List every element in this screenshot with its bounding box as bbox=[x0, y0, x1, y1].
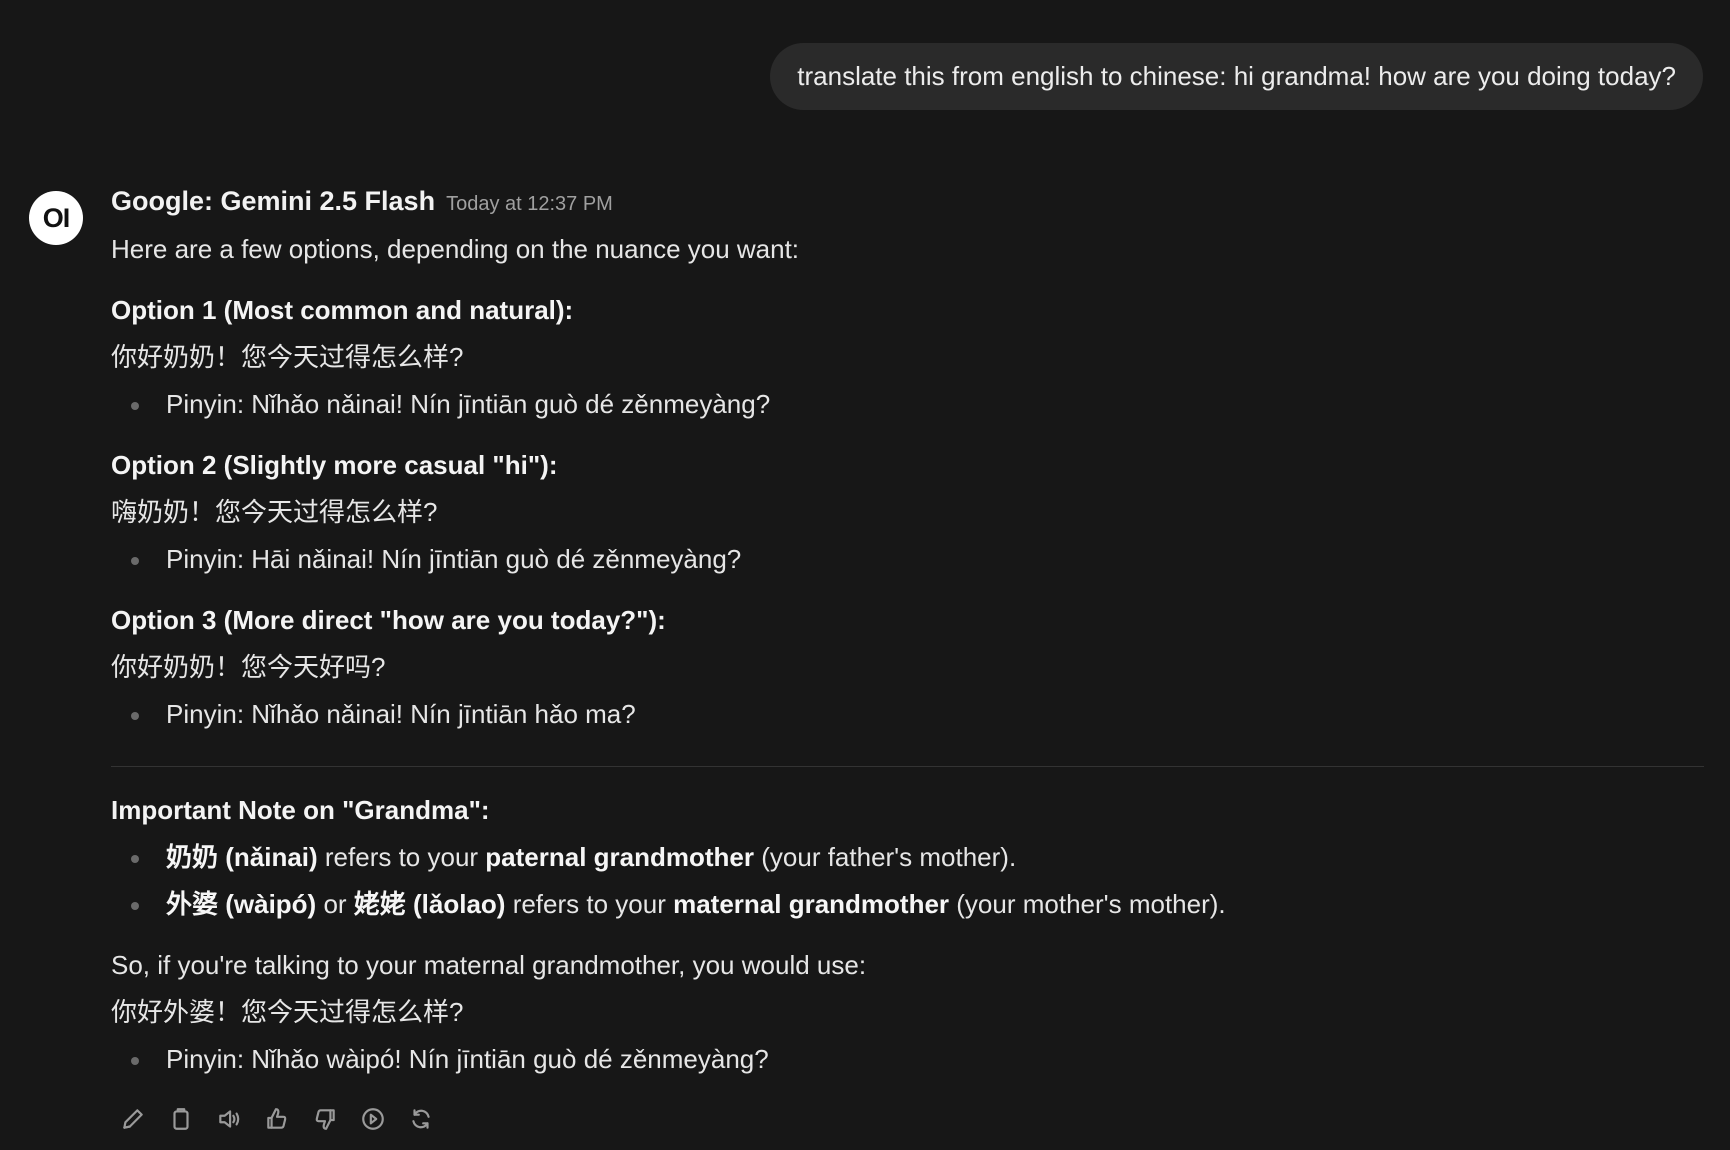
continue-icon[interactable] bbox=[358, 1104, 388, 1134]
message-header: Google: Gemini 2.5 Flash Today at 12:37 … bbox=[111, 186, 1704, 226]
option-title: Option 1 (Most common and natural): bbox=[111, 295, 574, 325]
note-text: refers to your bbox=[505, 889, 674, 919]
note-text: (your father's mother). bbox=[754, 842, 1017, 872]
option-chinese: 你好奶奶！您今天过得怎么样? bbox=[111, 342, 464, 372]
divider bbox=[111, 766, 1704, 767]
thumbs-down-icon[interactable] bbox=[310, 1104, 340, 1134]
note-text: or bbox=[316, 889, 354, 919]
note-text: (your mother's mother). bbox=[949, 889, 1226, 919]
final-pinyin: Pinyin: Nǐhǎo wàipó! Nín jīntiān guò dé … bbox=[111, 1036, 1704, 1083]
note-strong: paternal grandmother bbox=[485, 842, 755, 872]
note-item-maternal: 外婆 (wàipó) or 姥姥 (lǎolao) refers to your… bbox=[111, 881, 1704, 928]
model-name: Google: Gemini 2.5 Flash bbox=[111, 186, 436, 216]
user-message-bubble: translate this from english to chinese: … bbox=[770, 43, 1703, 110]
message-action-toolbar bbox=[118, 1104, 436, 1134]
message-body: Here are a few options, depending on the… bbox=[111, 226, 1704, 1083]
read-aloud-icon[interactable] bbox=[214, 1104, 244, 1134]
note-term: 外婆 (wàipó) bbox=[166, 889, 317, 919]
model-avatar: OI bbox=[29, 191, 83, 245]
note-strong: maternal grandmother bbox=[673, 889, 950, 919]
note-term: 姥姥 (lǎolao) bbox=[353, 889, 506, 919]
thumbs-up-icon[interactable] bbox=[262, 1104, 292, 1134]
final-chinese: 你好外婆！您今天过得怎么样? bbox=[111, 997, 464, 1027]
copy-icon[interactable] bbox=[166, 1104, 196, 1134]
assistant-message: Google: Gemini 2.5 Flash Today at 12:37 … bbox=[111, 186, 1704, 1083]
note-item-paternal: 奶奶 (nǎinai) refers to your paternal gran… bbox=[111, 834, 1704, 881]
conclusion-text: So, if you're talking to your maternal g… bbox=[111, 950, 867, 980]
option-chinese: 嗨奶奶！您今天过得怎么样? bbox=[111, 497, 438, 527]
note-title: Important Note on "Grandma": bbox=[111, 795, 490, 825]
note-term: 奶奶 (nǎinai) bbox=[166, 842, 318, 872]
option-title: Option 2 (Slightly more casual "hi"): bbox=[111, 450, 558, 480]
option-pinyin: Pinyin: Nǐhǎo nǎinai! Nín jīntiān hǎo ma… bbox=[111, 691, 1704, 738]
note-text: refers to your bbox=[317, 842, 486, 872]
message-timestamp: Today at 12:37 PM bbox=[446, 193, 613, 215]
option-pinyin: Pinyin: Nǐhǎo nǎinai! Nín jīntiān guò dé… bbox=[111, 381, 1704, 428]
option-pinyin: Pinyin: Hāi nǎinai! Nín jīntiān guò dé z… bbox=[111, 536, 1704, 583]
option-title: Option 3 (More direct "how are you today… bbox=[111, 605, 666, 635]
regenerate-icon[interactable] bbox=[406, 1104, 436, 1134]
option-chinese: 你好奶奶！您今天好吗? bbox=[111, 652, 386, 682]
edit-icon[interactable] bbox=[118, 1104, 148, 1134]
intro-text: Here are a few options, depending on the… bbox=[111, 234, 800, 264]
